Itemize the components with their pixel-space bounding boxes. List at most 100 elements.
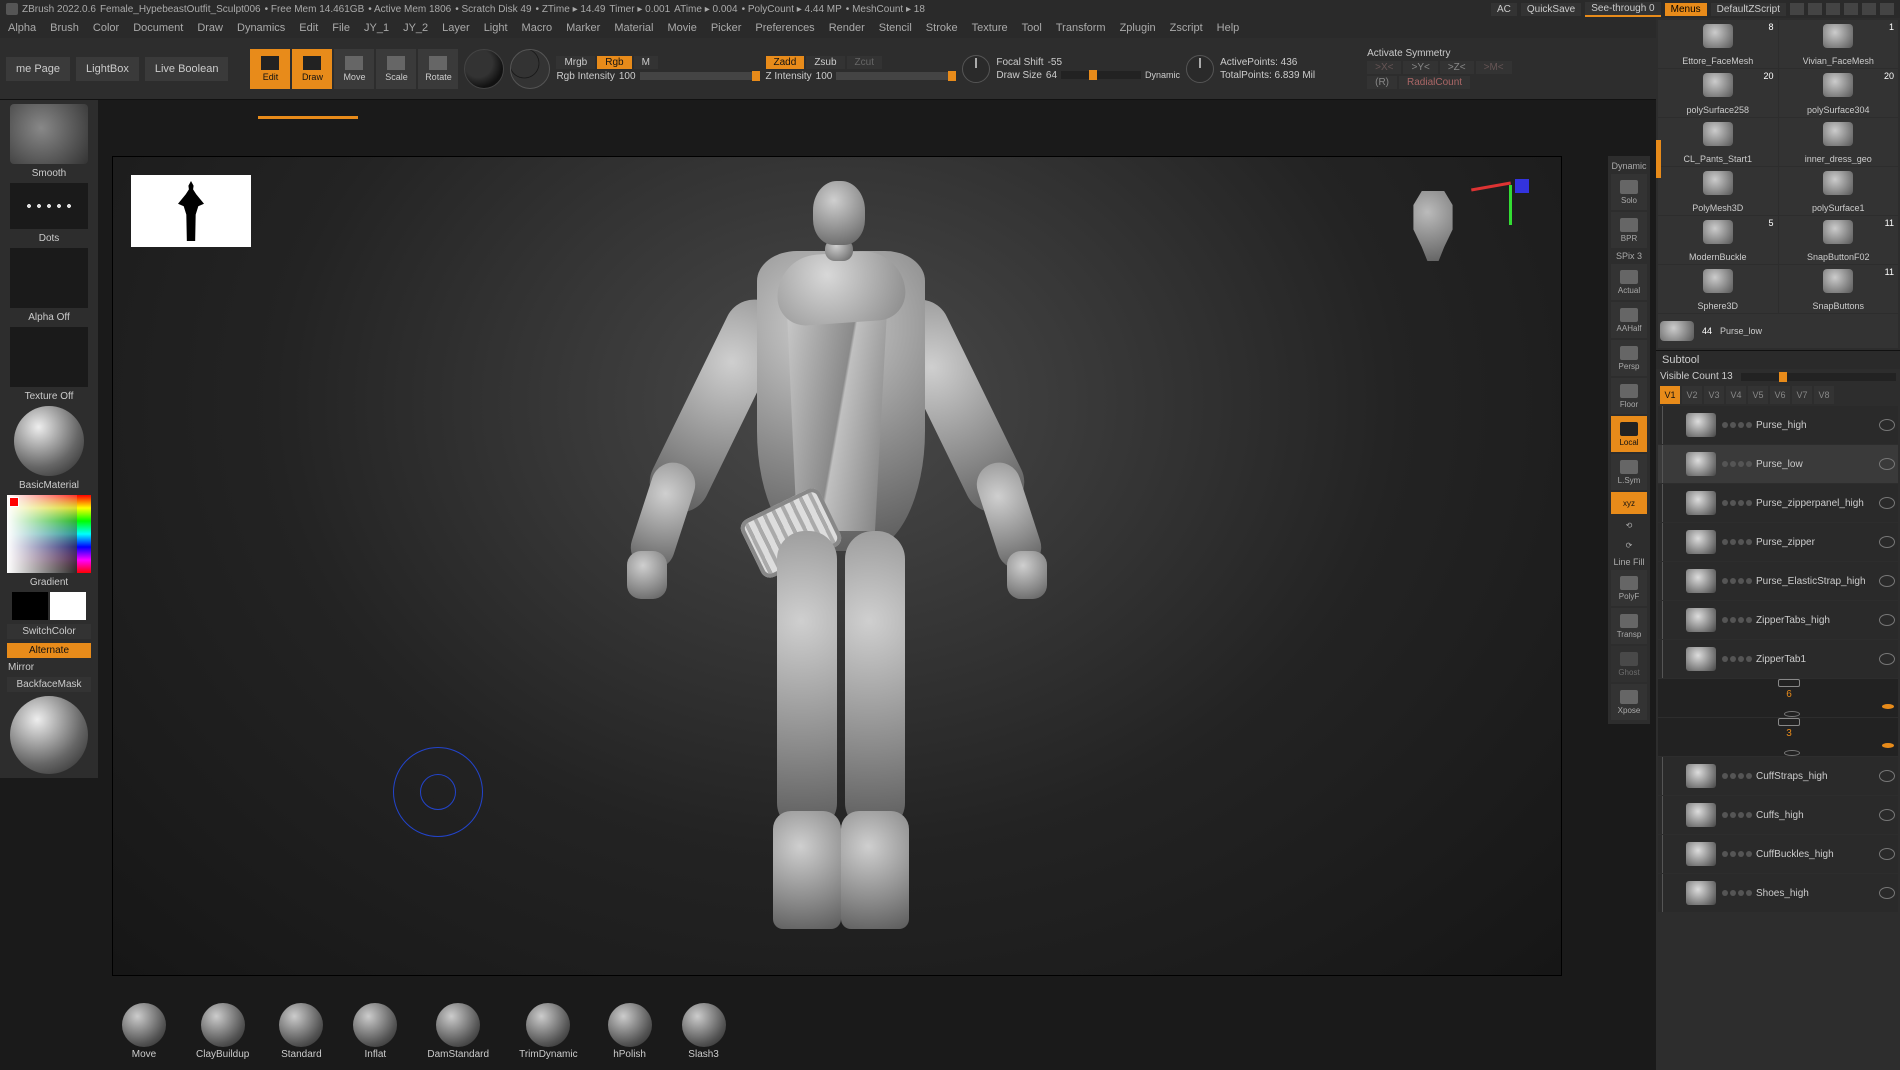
gradient-label[interactable]: Gradient [4, 577, 94, 588]
menu-stencil[interactable]: Stencil [879, 22, 912, 34]
gear-icon[interactable] [1882, 704, 1894, 709]
menu-document[interactable]: Document [133, 22, 183, 34]
subtool-item-Purse_high[interactable]: Purse_high [1658, 406, 1898, 444]
eye-icon[interactable] [1784, 711, 1800, 717]
zadd-button[interactable]: Zadd [766, 56, 805, 69]
lightbox-button[interactable]: LightBox [76, 57, 139, 81]
menu-render[interactable]: Render [829, 22, 865, 34]
layout1-icon[interactable] [1790, 3, 1804, 15]
rgb-button[interactable]: Rgb [597, 56, 631, 69]
tool-ModernBuckle[interactable]: 5ModernBuckle [1658, 216, 1778, 264]
polyf-button[interactable]: PolyF [1611, 570, 1647, 606]
seethrough-slider[interactable]: See-through 0 [1585, 2, 1660, 17]
z-intensity-slider[interactable]: Z Intensity 100 [766, 71, 957, 82]
menu-alpha[interactable]: Alpha [8, 22, 36, 34]
layout3-icon[interactable] [1826, 3, 1840, 15]
eye-icon[interactable] [1784, 750, 1800, 756]
tool-SnapButtonF02[interactable]: 11SnapButtonF02 [1779, 216, 1899, 264]
subtool-item-ZipperTabs_high[interactable]: ZipperTabs_high [1658, 601, 1898, 639]
subtool-item-Purse_ElasticStrap_high[interactable]: Purse_ElasticStrap_high [1658, 562, 1898, 600]
vis-tab-V8[interactable]: V8 [1814, 386, 1834, 404]
eye-icon[interactable] [1879, 614, 1895, 626]
tool-polySurface1[interactable]: polySurface1 [1779, 167, 1899, 215]
eye-icon[interactable] [1879, 497, 1895, 509]
brush-damstandard[interactable]: DamStandard [427, 1003, 489, 1060]
menu-jy_1[interactable]: JY_1 [364, 22, 389, 34]
vis-tab-V6[interactable]: V6 [1770, 386, 1790, 404]
menu-tool[interactable]: Tool [1022, 22, 1042, 34]
radial-count[interactable]: RadialCount [1399, 76, 1470, 89]
rot-y-icon[interactable]: ⟲ [1611, 516, 1647, 534]
vis-tab-V2[interactable]: V2 [1682, 386, 1702, 404]
subtool-item-ZipperTab1[interactable]: ZipperTab1 [1658, 640, 1898, 678]
tool-Sphere3D[interactable]: Sphere3D [1658, 265, 1778, 313]
subtool-item-CuffStraps_high[interactable]: CuffStraps_high [1658, 757, 1898, 795]
zcut-button[interactable]: Zcut [847, 56, 882, 69]
vis-tab-V7[interactable]: V7 [1792, 386, 1812, 404]
tool-polySurface304[interactable]: 20polySurface304 [1779, 69, 1899, 117]
tool-Vivian_FaceMesh[interactable]: 1Vivian_FaceMesh [1779, 20, 1899, 68]
menu-transform[interactable]: Transform [1056, 22, 1106, 34]
brush-slash3[interactable]: Slash3 [682, 1003, 726, 1060]
eye-icon[interactable] [1879, 653, 1895, 665]
xyz-button[interactable]: xyz [1611, 492, 1647, 514]
texture-thumbnail[interactable] [10, 327, 88, 387]
sym-z-button[interactable]: >Z< [1440, 61, 1474, 74]
mrgb-button[interactable]: Mrgb [556, 56, 595, 69]
gyro-widget[interactable] [464, 49, 504, 89]
swatch-primary[interactable] [50, 592, 86, 620]
axis-gizmo[interactable] [1471, 173, 1531, 233]
vis-tab-V1[interactable]: V1 [1660, 386, 1680, 404]
gear-icon[interactable] [1882, 743, 1894, 748]
brush-standard[interactable]: Standard [279, 1003, 323, 1060]
menu-file[interactable]: File [332, 22, 350, 34]
lsym-button[interactable]: L.Sym [1611, 454, 1647, 490]
material-thumbnail[interactable] [14, 406, 84, 476]
eye-icon[interactable] [1879, 887, 1895, 899]
focal-shift-slider[interactable]: Focal Shift -55 [996, 57, 1180, 68]
brush-hpolish[interactable]: hPolish [608, 1003, 652, 1060]
menu-marker[interactable]: Marker [566, 22, 600, 34]
stroke-thumbnail[interactable] [10, 183, 88, 229]
move-mode-button[interactable]: Move [334, 49, 374, 89]
eye-icon[interactable] [1879, 848, 1895, 860]
local-button[interactable]: Local [1611, 416, 1647, 452]
subtool-item-Cuffs_high[interactable]: Cuffs_high [1658, 796, 1898, 834]
tool-inner_dress_geo[interactable]: inner_dress_geo [1779, 118, 1899, 166]
brush-curve-ball[interactable] [10, 696, 88, 774]
ac-button[interactable]: AC [1491, 3, 1517, 16]
tool-polySurface258[interactable]: 20polySurface258 [1658, 69, 1778, 117]
transp-button[interactable]: Transp [1611, 608, 1647, 644]
subtool-group-PurseOld_GRP[interactable]: 6PurseOld_GRP [1658, 679, 1898, 717]
subtool-item-Shoes_high[interactable]: Shoes_high [1658, 874, 1898, 912]
edit-mode-button[interactable]: Edit [250, 49, 290, 89]
draw-size-slider[interactable]: Draw Size 64 Dynamic [996, 70, 1180, 81]
subtool-item-Purse_zipperpanel_high[interactable]: Purse_zipperpanel_high [1658, 484, 1898, 522]
minimize-icon[interactable] [1844, 3, 1858, 15]
bpr-button[interactable]: BPR [1611, 212, 1647, 248]
menu-macro[interactable]: Macro [522, 22, 553, 34]
zsub-button[interactable]: Zsub [806, 56, 844, 69]
ghost-button[interactable]: Ghost [1611, 646, 1647, 682]
mirror-label[interactable]: Mirror [4, 662, 94, 673]
swatch-secondary[interactable] [12, 592, 48, 620]
eye-icon[interactable] [1879, 536, 1895, 548]
color-picker[interactable] [7, 495, 91, 573]
default-script[interactable]: DefaultZScript [1711, 3, 1786, 16]
draw-mode-button[interactable]: Draw [292, 49, 332, 89]
sculptris-toggle[interactable] [510, 49, 550, 89]
quicksave-button[interactable]: QuickSave [1521, 3, 1581, 16]
eye-icon[interactable] [1879, 419, 1895, 431]
spix-label[interactable]: SPix 3 [1616, 250, 1642, 262]
menu-texture[interactable]: Texture [972, 22, 1008, 34]
menu-zscript[interactable]: Zscript [1170, 22, 1203, 34]
thumbnail-preview[interactable] [131, 175, 251, 247]
solo-button[interactable]: Solo [1611, 174, 1647, 210]
vis-tab-V5[interactable]: V5 [1748, 386, 1768, 404]
layout2-icon[interactable] [1808, 3, 1822, 15]
drawsize-dial[interactable] [1186, 55, 1214, 83]
brush-trimdynamic[interactable]: TrimDynamic [519, 1003, 578, 1060]
eye-icon[interactable] [1879, 458, 1895, 470]
close-icon[interactable] [1880, 3, 1894, 15]
home-page-button[interactable]: me Page [6, 57, 70, 81]
